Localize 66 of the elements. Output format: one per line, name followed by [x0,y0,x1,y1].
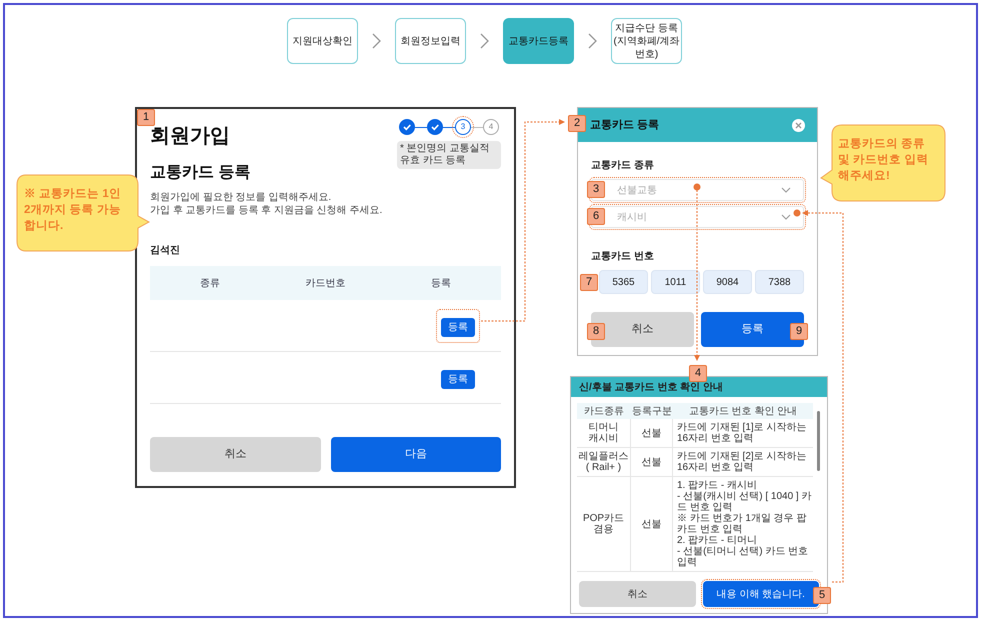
progress-step: 4 [483,119,499,135]
check-icon [402,122,412,132]
next-button[interactable]: 다음 [330,437,501,472]
chevron-down-icon [781,187,791,193]
annotation-number: 5 [813,586,831,604]
annotation-number: 6 [587,208,605,225]
annotation-number: 2 [568,115,586,132]
column-header: 카드번호 [306,276,346,290]
annotation-number: 3 [587,181,605,198]
input-field[interactable]: 1011 [651,270,700,294]
cancel-button[interactable]: 취소 [150,437,320,472]
table-cell-text: 카드에 기재된 [1]로 시작하는 16자리 번호 입력 [677,422,808,444]
chevron-right-icon [588,33,597,49]
description-text: 회원가입에 필요한 정보를 입력해주세요. [150,191,332,204]
table-cell: 선불 [642,456,662,468]
table-cell-text: 카드에 기재된 [2]로 시작하는 16자리 번호 입력 [677,451,808,473]
chevron-right-icon [372,33,381,49]
input-field[interactable]: 9084 [703,270,752,294]
annotation-number: 4 [689,365,707,382]
table-cell-text: POP카드 겸용 [582,513,626,535]
table-cell-text: 1. 팝카드 - 캐시비 [677,480,758,491]
chevron-right-icon [480,33,489,49]
progress-step: 3 [455,119,471,135]
user-name: 김석진 [150,244,181,258]
callout-text: 교통카드의 종류 및 카드번호 입력 해주세요! [838,137,930,184]
table-cell: 티머니 [588,422,618,433]
column-header: 교통카드 번호 확인 안내 [688,406,798,416]
input-field[interactable]: 5365 [599,270,648,294]
description-text: 가입 후 교통카드를 등록 후 지원금을 신청해 주세요. [150,204,384,217]
field-label: 교통카드 번호 [591,250,655,264]
column-header: 등록 [431,276,451,290]
column-header: 카드종류 [584,406,624,416]
step-tab[interactable]: 회원정보입력 [395,18,466,64]
register-button[interactable]: 등록 [441,370,475,388]
table-cell: 레일플러스 [578,451,628,462]
cancel-button[interactable]: 취소 [579,581,696,607]
close-icon [792,118,805,132]
input-field[interactable]: 7388 [755,270,804,294]
table-cell: ( Rail+ ) [586,462,622,473]
table-cell: 캐시비 [588,433,618,444]
table-cell: 선불 [642,428,662,438]
table-cell-text: 2. 팝카드 - 티머니 [677,535,758,546]
annotation-number: 8 [587,323,605,340]
table-cell-text: - 선불(캐시비 선택) [ 1040 ] 카드 번호 입력 [677,491,812,513]
column-header: 등록구분 [632,406,672,416]
section-heading: 교통카드 등록 [150,163,252,183]
step-tab[interactable]: 교통카드등록 [503,18,574,64]
callout-text: ※ 교통카드는 1인 2개까지 등록 가능합니다. [24,187,122,234]
register-button[interactable]: 등록 [441,318,475,336]
table-cell-text: - 선불(티머니 선택) 카드 번호 입력 [677,546,810,568]
confirm-button[interactable]: 내용 이해 했습니다. [702,581,819,607]
check-icon [430,122,440,132]
table-cell: 선불 [642,518,662,530]
annotation-number: 1 [137,109,155,126]
annotation-number: 7 [580,274,598,291]
step-tab[interactable]: 지급수단 등록 (지역화폐/계좌 번호) [611,18,682,64]
table-cell-text: ※ 카드 번호가 1개일 경우 팝카드 번호 입력 [677,513,808,535]
chevron-down-icon [781,214,791,220]
guide-title: 신/후불 교통카드 번호 확인 안내 [579,380,723,394]
page-title: 회원가입 [150,124,230,149]
step-tab[interactable]: 지원대상확인 [287,18,358,64]
column-header: 종류 [200,276,220,290]
modal-title: 교통카드 등록 [590,118,660,133]
annotation-number: 9 [790,323,808,340]
field-label: 교통카드 종류 [591,159,655,173]
note-label: * 본인명의 교통실적 유효 카드 등록 [397,141,501,169]
